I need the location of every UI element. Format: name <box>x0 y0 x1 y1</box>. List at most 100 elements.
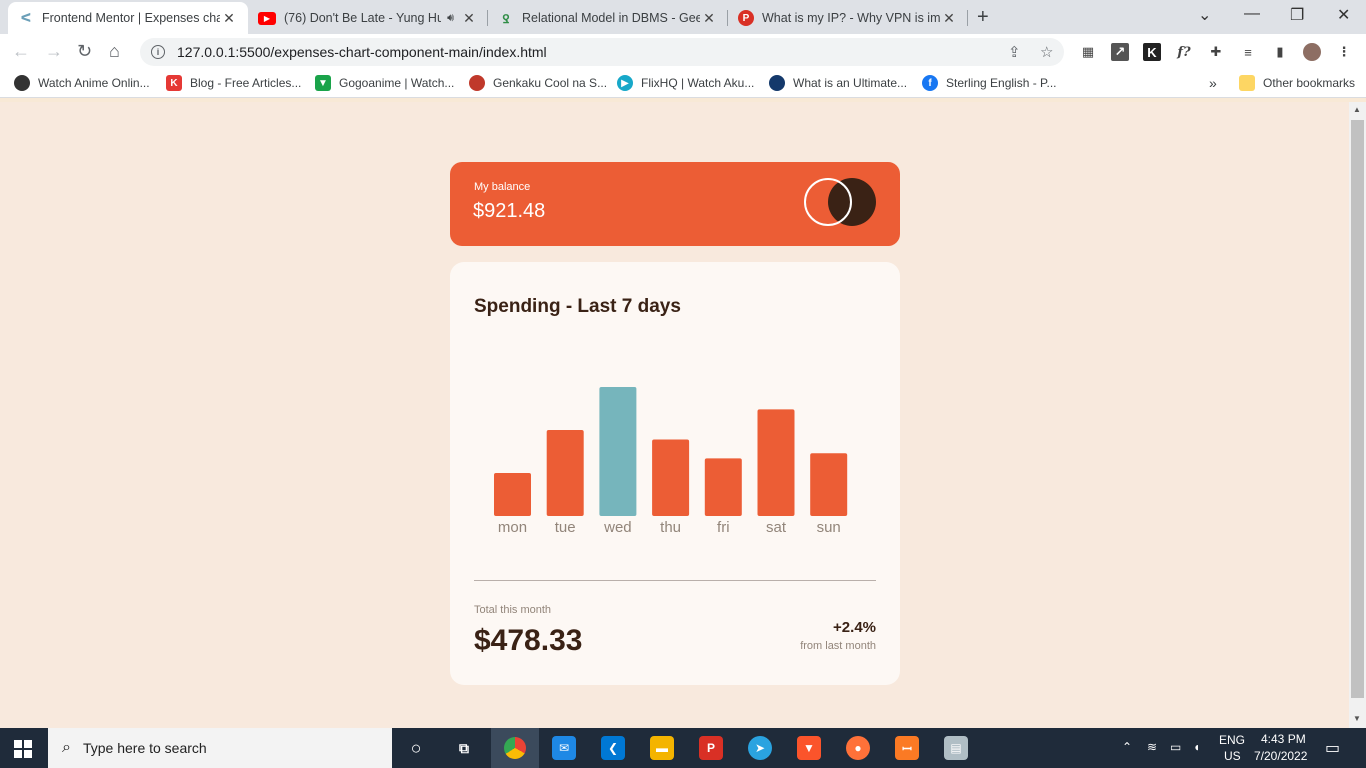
share-icon[interactable]: ⇪ <box>1008 43 1021 61</box>
spending-chart: mon tue wed thu fri sat sun <box>494 387 848 536</box>
chart-bar-tue[interactable] <box>546 429 584 516</box>
other-bookmarks[interactable]: Other bookmarks <box>1239 75 1355 91</box>
chart-bar-sat[interactable] <box>757 409 795 516</box>
show-hidden-icons[interactable]: ⌃ <box>1122 740 1132 754</box>
drop-icon <box>769 75 785 91</box>
frontend-mentor-icon: ᐸ <box>18 10 34 26</box>
file-explorer-icon[interactable]: ▬ <box>650 736 674 760</box>
language-region[interactable]: US <box>1224 749 1241 763</box>
taskbar: ⌕ Type here to search ○ ⧉ ✉ ❮ ▬ P ➤ ▼ ● … <box>0 728 1366 768</box>
chart-label-thu: thu <box>660 519 681 536</box>
back-icon[interactable]: ← <box>12 41 30 62</box>
profile-avatar[interactable] <box>1303 43 1321 61</box>
minimize-icon[interactable]: — <box>1244 5 1260 23</box>
media-icon[interactable]: ≡ <box>1239 43 1257 61</box>
psiphon-icon: P <box>738 10 754 26</box>
new-tab-button[interactable]: + <box>977 6 989 29</box>
font-extension-icon[interactable]: f? <box>1175 43 1193 61</box>
browser-toolbar: ← → ↻ ⌂ i 127.0.0.1:5500/expenses-chart-… <box>0 34 1366 70</box>
close-tab-icon[interactable]: ✕ <box>700 10 718 27</box>
balance-amount: $921.48 <box>473 200 546 222</box>
chart-bar-thu[interactable] <box>652 439 690 516</box>
chart-label-sat: sat <box>766 519 787 536</box>
home-icon[interactable]: ⌂ <box>109 41 120 62</box>
tab-active[interactable]: ᐸ Frontend Mentor | Expenses char ✕ <box>8 2 248 34</box>
mail-icon[interactable]: ✉ <box>552 736 576 760</box>
puzzle-icon[interactable]: ✚ <box>1207 43 1225 61</box>
tab-youtube[interactable]: ▶ (76) Don't Be Late - Yung Hu 🔊︎ ✕ <box>248 2 488 34</box>
chart-bar-wed[interactable] <box>599 387 637 516</box>
spending-card: Spending - Last 7 days mon tue wed thu fri sa… <box>450 262 900 685</box>
scroll-up-icon[interactable]: ▲ <box>1353 105 1361 114</box>
chart-bar-sun[interactable] <box>810 453 848 516</box>
folder-icon <box>1239 75 1255 91</box>
url-text[interactable]: 127.0.0.1:5500/expenses-chart-component-… <box>177 44 547 60</box>
more-bookmarks-button[interactable]: » <box>1209 75 1217 91</box>
bookmarks-bar: Watch Anime Onlin... K Blog - Free Articl… <box>0 70 1366 98</box>
speaker-icon[interactable]: 🔊︎ <box>447 12 454 25</box>
chart-bar-fri[interactable] <box>704 458 742 516</box>
vscode-icon[interactable]: ❮ <box>601 736 625 760</box>
wifi-icon[interactable]: ≋ <box>1147 740 1157 754</box>
bookmark-item[interactable]: What is an Ultimate... <box>769 75 907 91</box>
telegram-icon[interactable]: ➤ <box>748 736 772 760</box>
tab-geeksforgeeks[interactable]: Ꝿ Relational Model in DBMS - Geek ✕ <box>488 2 728 34</box>
bookmark-item[interactable]: ▼ Gogoanime | Watch... <box>315 75 454 91</box>
restore-icon[interactable]: ❐ <box>1290 5 1304 25</box>
search-icon: ⌕ <box>62 739 71 756</box>
bookmark-item[interactable]: K Blog - Free Articles... <box>166 75 301 91</box>
chart-label-fri: fri <box>717 519 730 536</box>
tab-title: Frontend Mentor | Expenses char <box>42 11 220 25</box>
battery-icon[interactable]: ▭ <box>1170 740 1181 754</box>
psiphon-icon[interactable]: P <box>699 736 723 760</box>
sidepanel-icon[interactable]: ▮ <box>1271 43 1289 61</box>
bookmark-item[interactable]: Genkaku Cool na S... <box>469 75 607 91</box>
chart-label-tue: tue <box>555 519 576 536</box>
volume-icon[interactable]: ◖ <box>1193 740 1200 754</box>
forward-icon[interactable]: → <box>45 41 63 62</box>
qr-icon[interactable]: ▦ <box>1079 43 1097 61</box>
bookmark-item[interactable]: ▶ FlixHQ | Watch Aku... <box>617 75 754 91</box>
menu-icon[interactable]: ⋮ <box>1335 43 1353 61</box>
notepad-icon[interactable]: ▤ <box>944 736 968 760</box>
brave-icon[interactable]: ▼ <box>797 736 821 760</box>
k-extension-icon[interactable]: K <box>1143 43 1161 61</box>
flixhq-icon: ▶ <box>617 75 633 91</box>
language-indicator[interactable]: ENG <box>1219 733 1245 747</box>
total-amount: $478.33 <box>474 624 583 657</box>
change-percent: +2.4% <box>833 619 876 636</box>
balance-label: My balance <box>474 181 531 193</box>
clock-date[interactable]: 7/20/2022 <box>1254 749 1307 763</box>
task-view-icon[interactable]: ⧉ <box>452 736 476 760</box>
tab-title: (76) Don't Be Late - Yung Hu <box>284 11 442 25</box>
taskbar-search[interactable]: ⌕ Type here to search <box>48 728 392 768</box>
bookmark-item[interactable]: Watch Anime Onlin... <box>14 75 150 91</box>
notification-icon[interactable]: ▭ <box>1325 738 1340 758</box>
bookmark-item[interactable]: f Sterling English - P... <box>922 75 1057 91</box>
tab-title: Relational Model in DBMS - Geek <box>522 11 700 25</box>
chart-bar-mon[interactable] <box>494 473 531 516</box>
scroll-down-icon[interactable]: ▼ <box>1353 714 1361 723</box>
extension-icon[interactable]: ↗ <box>1111 43 1129 61</box>
scroll-thumb[interactable] <box>1351 120 1364 698</box>
bookmark-star-icon[interactable]: ☆ <box>1040 43 1053 61</box>
change-label: from last month <box>800 640 876 652</box>
windows-start-icon[interactable] <box>14 740 32 758</box>
tab-whatismyip[interactable]: P What is my IP? - Why VPN is imp ✕ <box>728 2 968 34</box>
address-bar[interactable]: i 127.0.0.1:5500/expenses-chart-componen… <box>140 38 1064 66</box>
tab-search-icon[interactable]: ⌄ <box>1198 5 1211 25</box>
youtube-icon: ▶ <box>258 11 276 25</box>
site-info-icon[interactable]: i <box>151 45 165 59</box>
close-window-icon[interactable]: ✕ <box>1337 5 1350 25</box>
clock-time[interactable]: 4:43 PM <box>1261 732 1306 746</box>
close-tab-icon[interactable]: ✕ <box>460 10 478 27</box>
close-tab-icon[interactable]: ✕ <box>940 10 958 27</box>
scrollbar[interactable]: ▲ ▼ <box>1349 102 1366 728</box>
chrome-icon[interactable] <box>491 728 539 768</box>
firefox-icon[interactable]: ● <box>846 736 870 760</box>
xampp-icon[interactable]: ꟷ <box>895 736 919 760</box>
cortana-icon[interactable]: ○ <box>404 736 428 760</box>
search-placeholder: Type here to search <box>82 740 207 756</box>
close-tab-icon[interactable]: ✕ <box>220 10 238 27</box>
reload-icon[interactable]: ↻ <box>77 41 92 62</box>
